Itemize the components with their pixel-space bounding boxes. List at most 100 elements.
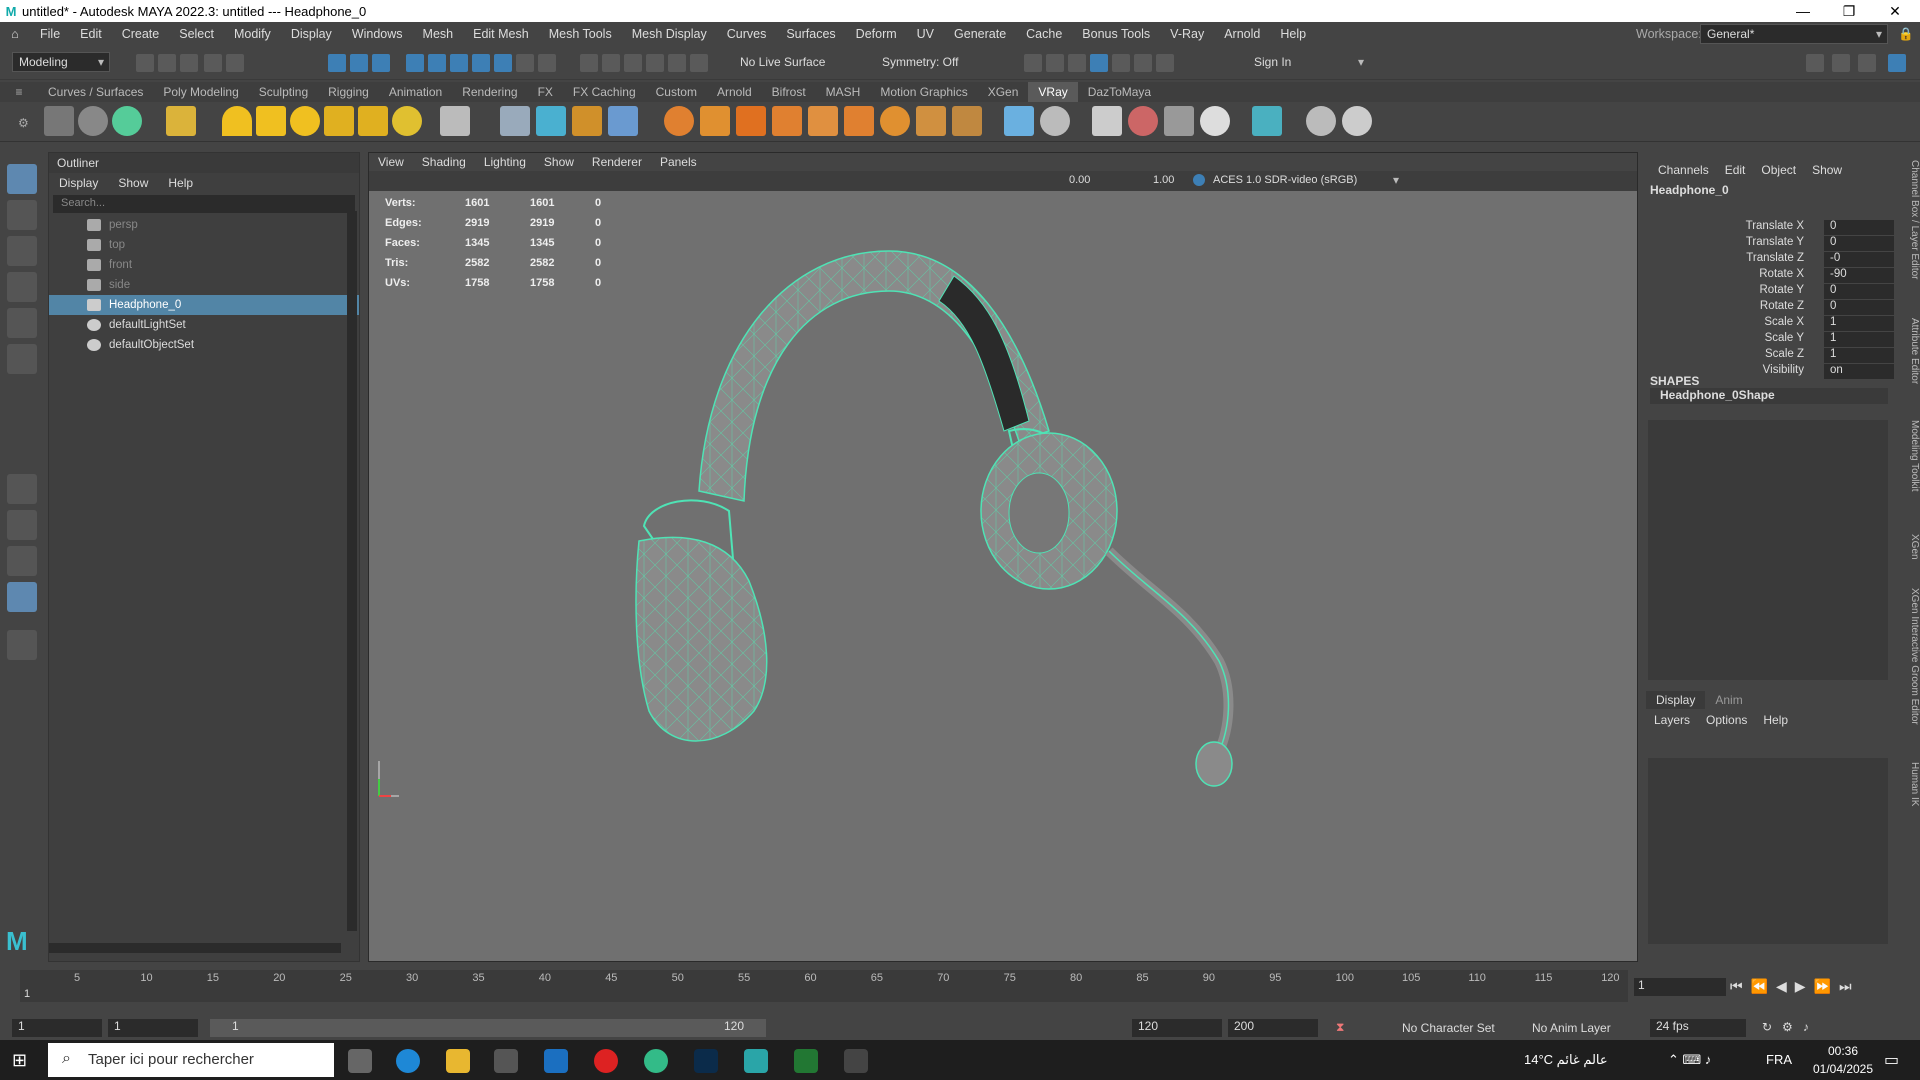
- range-slider-bar[interactable]: 1 120: [210, 1019, 766, 1037]
- color-management-icon[interactable]: [1193, 174, 1205, 186]
- shelf-tab-mash[interactable]: MASH: [816, 82, 871, 102]
- outliner-item[interactable]: side: [49, 275, 359, 295]
- channel-row[interactable]: Scale Z 1: [1640, 348, 1894, 364]
- materials-grid-icon[interactable]: [1164, 106, 1194, 136]
- sign-in-dropdown-icon[interactable]: ▾: [1358, 55, 1364, 69]
- ipr-render-icon[interactable]: [1046, 54, 1064, 72]
- undo-icon[interactable]: [204, 54, 222, 72]
- gamma-field[interactable]: 1.00: [1153, 174, 1174, 186]
- side-tab-modeling-toolkit[interactable]: Modeling Toolkit: [1904, 420, 1920, 492]
- outliner-item[interactable]: persp: [49, 215, 359, 235]
- side-tab-xgen-groom[interactable]: XGen Interactive Groom Editor: [1904, 588, 1920, 725]
- store-icon[interactable]: [494, 1049, 518, 1073]
- task-view-icon[interactable]: [348, 1049, 372, 1073]
- layer-tab-anim[interactable]: Anim: [1705, 691, 1752, 709]
- maya-taskbar-icon[interactable]: [744, 1049, 768, 1073]
- character-set-dropdown[interactable]: No Character Set: [1402, 1021, 1495, 1035]
- time-slider-track[interactable]: [20, 970, 1628, 1002]
- layer-menu-options[interactable]: Options: [1698, 713, 1755, 727]
- edge-icon[interactable]: [396, 1049, 420, 1073]
- vp-menu-lighting[interactable]: Lighting: [475, 155, 535, 169]
- select-hierarchy-icon[interactable]: [328, 54, 346, 72]
- lasso-tool-icon[interactable]: [7, 200, 37, 230]
- mesh-light-icon[interactable]: [324, 106, 354, 136]
- side-tab-attribute-editor[interactable]: Attribute Editor: [1904, 318, 1920, 384]
- menu-curves[interactable]: Curves: [717, 27, 777, 41]
- menu-arnold[interactable]: Arnold: [1214, 27, 1270, 41]
- viewport-panel[interactable]: View Shading Lighting Show Renderer Pane…: [368, 152, 1638, 962]
- plugin-icon[interactable]: [1306, 106, 1336, 136]
- outliner-item[interactable]: front: [49, 255, 359, 275]
- ies-light-icon[interactable]: [358, 106, 388, 136]
- shelf-tab-fx[interactable]: FX: [528, 82, 563, 102]
- lock-selection-icon[interactable]: [516, 54, 534, 72]
- menu-file[interactable]: File: [30, 27, 70, 41]
- menu-help[interactable]: Help: [1270, 27, 1316, 41]
- render-elements-icon[interactable]: [916, 106, 946, 136]
- clock-date[interactable]: 01/04/2025: [1808, 1062, 1878, 1076]
- menu-deform[interactable]: Deform: [846, 27, 907, 41]
- menu-uv[interactable]: UV: [907, 27, 944, 41]
- notifications-icon[interactable]: ▭: [1884, 1050, 1899, 1070]
- end-time-field[interactable]: 200: [1228, 1019, 1318, 1037]
- taskbar-search-input[interactable]: Taper ici pour rechercher: [48, 1043, 334, 1077]
- move-tool-icon[interactable]: [7, 272, 37, 302]
- sun-light-icon[interactable]: [392, 106, 422, 136]
- displacement-icon[interactable]: [808, 106, 838, 136]
- pick-mask-2-icon[interactable]: [428, 54, 446, 72]
- vp-menu-show[interactable]: Show: [535, 155, 583, 169]
- color-space-chevron-icon[interactable]: ▾: [1393, 173, 1399, 187]
- close-button[interactable]: ✕: [1872, 0, 1918, 22]
- 3d-box-icon[interactable]: [844, 1049, 868, 1073]
- menu-cache[interactable]: Cache: [1016, 27, 1072, 41]
- shape-name[interactable]: Headphone_0Shape: [1650, 388, 1888, 404]
- vfb-icon[interactable]: [1004, 106, 1034, 136]
- side-tab-channel-box[interactable]: Channel Box / Layer Editor: [1904, 160, 1920, 280]
- menu-surfaces[interactable]: Surfaces: [776, 27, 845, 41]
- menu-mesh[interactable]: Mesh: [413, 27, 464, 41]
- windows-start-icon[interactable]: ⊞: [12, 1050, 27, 1071]
- pick-mask-4-icon[interactable]: [472, 54, 490, 72]
- playback-options-icons[interactable]: ↻⚙♪: [1762, 1020, 1819, 1034]
- outliner-item[interactable]: top: [49, 235, 359, 255]
- material-preview-icon[interactable]: [1040, 106, 1070, 136]
- menu-vray[interactable]: V-Ray: [1160, 27, 1214, 41]
- fps-dropdown[interactable]: 24 fps: [1650, 1019, 1746, 1037]
- channel-value-field[interactable]: 0: [1824, 284, 1894, 299]
- channel-value-field[interactable]: 1: [1824, 332, 1894, 347]
- select-tool-icon[interactable]: [7, 164, 37, 194]
- vray-scene-icon[interactable]: [572, 106, 602, 136]
- channel-row[interactable]: Rotate Z 0: [1640, 300, 1894, 316]
- object-properties-icon[interactable]: [880, 106, 910, 136]
- keyframe-icon[interactable]: ⧗: [1336, 1020, 1344, 1035]
- menu-mesh-display[interactable]: Mesh Display: [622, 27, 717, 41]
- shelf-tab-vray[interactable]: VRay: [1028, 82, 1078, 102]
- exposure-field[interactable]: 0.00: [1069, 174, 1090, 186]
- side-tab-xgen[interactable]: XGen: [1904, 534, 1920, 560]
- rotate-tool-icon[interactable]: [7, 308, 37, 338]
- outliner-item[interactable]: defaultObjectSet: [49, 335, 359, 355]
- channel-value-field[interactable]: -0: [1824, 252, 1894, 267]
- tray-icons[interactable]: ⌃ ⌨ ♪: [1668, 1052, 1711, 1068]
- shelf-tab-rendering[interactable]: Rendering: [452, 82, 527, 102]
- vp-menu-shading[interactable]: Shading: [413, 155, 475, 169]
- dome-light-icon[interactable]: [222, 106, 252, 136]
- language-indicator[interactable]: FRA: [1766, 1052, 1792, 1067]
- vray-render-icon[interactable]: [112, 106, 142, 136]
- scale-tool-icon[interactable]: [7, 344, 37, 374]
- shelf-tab-daztomaya[interactable]: DazToMaya: [1078, 82, 1161, 102]
- shelf-tab-poly-modeling[interactable]: Poly Modeling: [153, 82, 248, 102]
- playback-controls[interactable]: ⏮⏪◀▶⏩⏭: [1730, 978, 1860, 995]
- snap-grid-icon[interactable]: [580, 54, 598, 72]
- channel-row[interactable]: Rotate Y 0: [1640, 284, 1894, 300]
- vp-menu-renderer[interactable]: Renderer: [583, 155, 651, 169]
- highlight-selection-icon[interactable]: [538, 54, 556, 72]
- channel-row[interactable]: Translate Y 0: [1640, 236, 1894, 252]
- snap-view-icon[interactable]: [646, 54, 664, 72]
- photoshop-icon[interactable]: [694, 1049, 718, 1073]
- channel-row[interactable]: Rotate X -90: [1640, 268, 1894, 284]
- sign-in-label[interactable]: Sign In: [1254, 55, 1291, 69]
- render-view-icon[interactable]: [1112, 54, 1130, 72]
- vray-logo-icon[interactable]: [1342, 106, 1372, 136]
- four-view-icon[interactable]: [7, 510, 37, 540]
